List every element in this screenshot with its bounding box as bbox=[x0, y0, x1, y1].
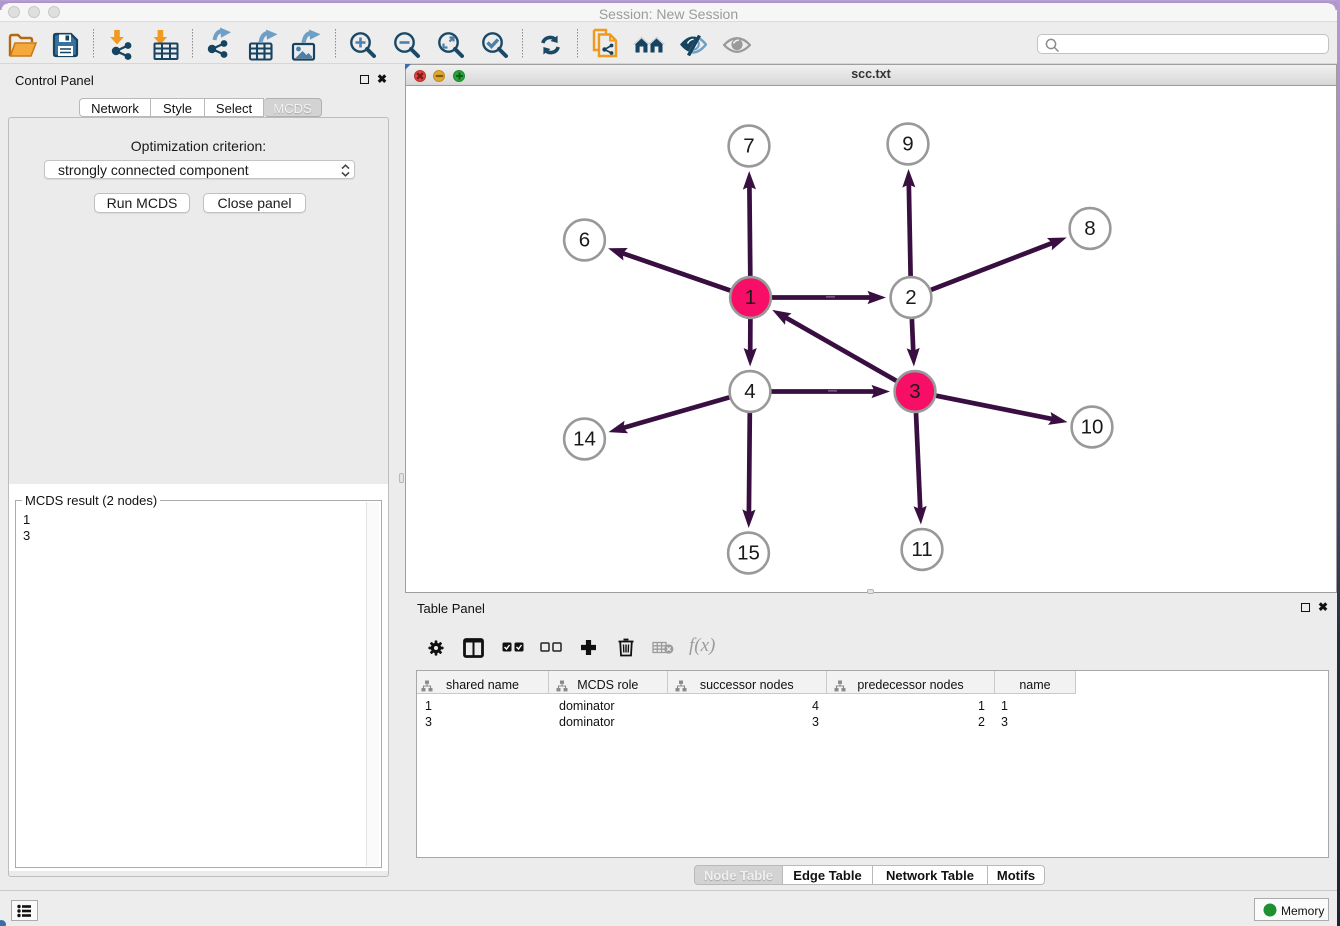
svg-text:1: 1 bbox=[745, 286, 756, 309]
svg-text:14: 14 bbox=[573, 428, 596, 451]
svg-text:11: 11 bbox=[911, 538, 932, 561]
svg-text:15: 15 bbox=[737, 542, 760, 565]
svg-text:3: 3 bbox=[909, 380, 920, 403]
svg-text:2: 2 bbox=[905, 286, 916, 309]
svg-text:7: 7 bbox=[743, 135, 754, 158]
svg-text:6: 6 bbox=[579, 229, 590, 252]
svg-text:8: 8 bbox=[1084, 217, 1095, 240]
svg-text:9: 9 bbox=[902, 133, 913, 156]
svg-text:10: 10 bbox=[1081, 416, 1104, 439]
svg-text:4: 4 bbox=[744, 380, 755, 403]
